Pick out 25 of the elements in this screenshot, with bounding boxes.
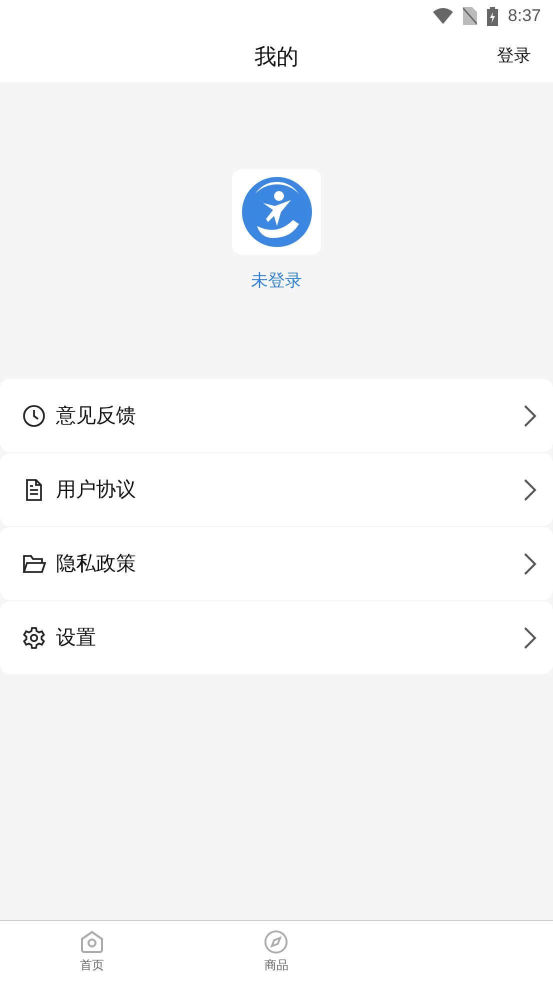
chevron-icon — [523, 404, 537, 428]
status-time: 8:37 — [508, 6, 541, 26]
chevron-icon — [523, 552, 537, 576]
login-button[interactable]: 登录 — [497, 44, 531, 67]
menu-label: 意见反馈 — [56, 402, 137, 429]
chevron-icon — [523, 626, 537, 650]
home-icon — [79, 930, 106, 954]
battery-charging-icon — [486, 6, 498, 26]
chevron-icon — [523, 478, 537, 502]
menu-label: 用户协议 — [56, 476, 137, 503]
tab-item[interactable]: 首页 — [0, 921, 184, 983]
settings-icon — [22, 626, 46, 650]
menu-item[interactable]: 意见反馈 — [0, 379, 553, 452]
page-title: 我的 — [254, 44, 298, 72]
wifi-icon — [432, 8, 453, 24]
no-sim-icon — [462, 7, 477, 25]
login-status[interactable]: 未登录 — [251, 269, 302, 292]
menu-item[interactable]: 隐私政策 — [0, 527, 553, 600]
menu-label: 设置 — [56, 624, 97, 651]
clock-icon — [22, 404, 46, 428]
menu-item[interactable]: 设置 — [0, 601, 553, 674]
menu-item[interactable]: 用户协议 — [0, 453, 553, 526]
menu-label: 隐私政策 — [56, 550, 137, 577]
compass-icon — [263, 930, 290, 954]
tab-item[interactable]: 商品 — [184, 921, 369, 983]
